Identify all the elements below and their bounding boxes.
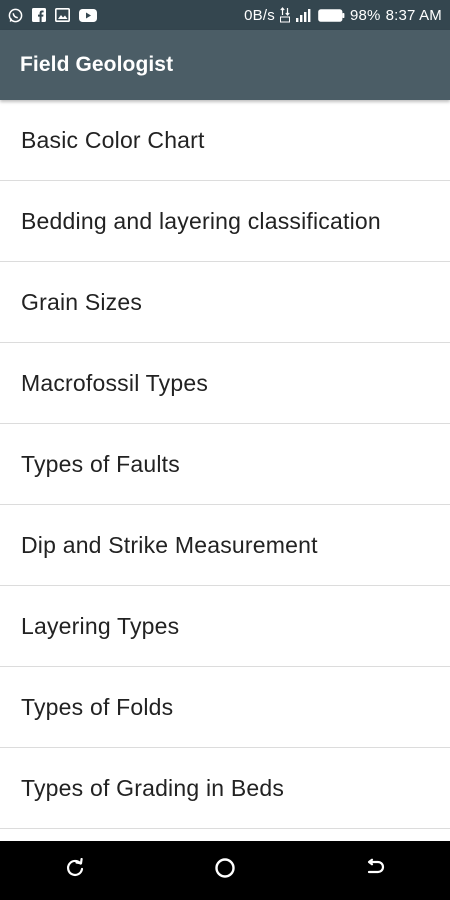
system-status: 0B/s 98% 8:37 AM xyxy=(244,7,442,24)
list-item-bedding-layering-classification[interactable]: Bedding and layering classification xyxy=(0,181,450,262)
list-item-types-of-faults[interactable]: Types of Faults xyxy=(0,424,450,505)
app-bar: Field Geologist xyxy=(0,30,450,100)
list-item-label: Layering Types xyxy=(21,612,180,639)
network-speed: 0B/s xyxy=(244,6,275,24)
notification-icons xyxy=(8,8,97,23)
list-item-label: Types of Grading in Beds xyxy=(21,774,285,801)
list-item-label: Types of Folds xyxy=(21,693,174,720)
list-item-label: Types of Faults xyxy=(21,450,180,477)
whatsapp-icon xyxy=(8,8,23,23)
recent-apps-button[interactable] xyxy=(45,841,105,900)
list-item-label: Basic Color Chart xyxy=(21,126,205,153)
list-item-types-of-folds[interactable]: Types of Folds xyxy=(0,667,450,748)
back-button[interactable] xyxy=(345,841,405,900)
facebook-icon xyxy=(32,8,46,22)
list-item-layering-types[interactable]: Layering Types xyxy=(0,586,450,667)
list-item-grain-sizes[interactable]: Grain Sizes xyxy=(0,262,450,343)
signal-icon xyxy=(295,8,313,22)
recent-apps-icon xyxy=(65,857,85,883)
list-item-label: Bedding and layering classification xyxy=(21,207,381,234)
list-item-dip-strike-measurement[interactable]: Dip and Strike Measurement xyxy=(0,505,450,586)
battery-icon xyxy=(318,8,345,22)
data-icon xyxy=(279,7,290,23)
navigation-bar xyxy=(0,841,450,900)
youtube-icon xyxy=(79,8,97,22)
list-item-label: Macrofossil Types xyxy=(21,369,209,396)
list-item-macrofossil-types[interactable]: Macrofossil Types xyxy=(0,343,450,424)
home-button[interactable] xyxy=(195,841,255,900)
screen: 0B/s 98% 8:37 AM Field Geologist Basic C… xyxy=(0,0,450,900)
topic-list: Basic Color Chart Bedding and layering c… xyxy=(0,100,450,841)
back-icon xyxy=(365,858,385,883)
list-item-label: Grain Sizes xyxy=(21,288,143,315)
gallery-icon xyxy=(55,8,70,22)
list-item-label: Dip and Strike Measurement xyxy=(21,531,318,558)
status-bar: 0B/s 98% 8:37 AM xyxy=(0,0,450,30)
home-icon xyxy=(214,857,236,884)
app-title: Field Geologist xyxy=(20,53,174,76)
list-item-types-of-grading[interactable]: Types of Grading in Beds xyxy=(0,748,450,829)
list-item-basic-color-chart[interactable]: Basic Color Chart xyxy=(0,100,450,181)
battery-percent: 98% xyxy=(349,6,381,24)
clock: 8:37 AM xyxy=(385,6,442,24)
